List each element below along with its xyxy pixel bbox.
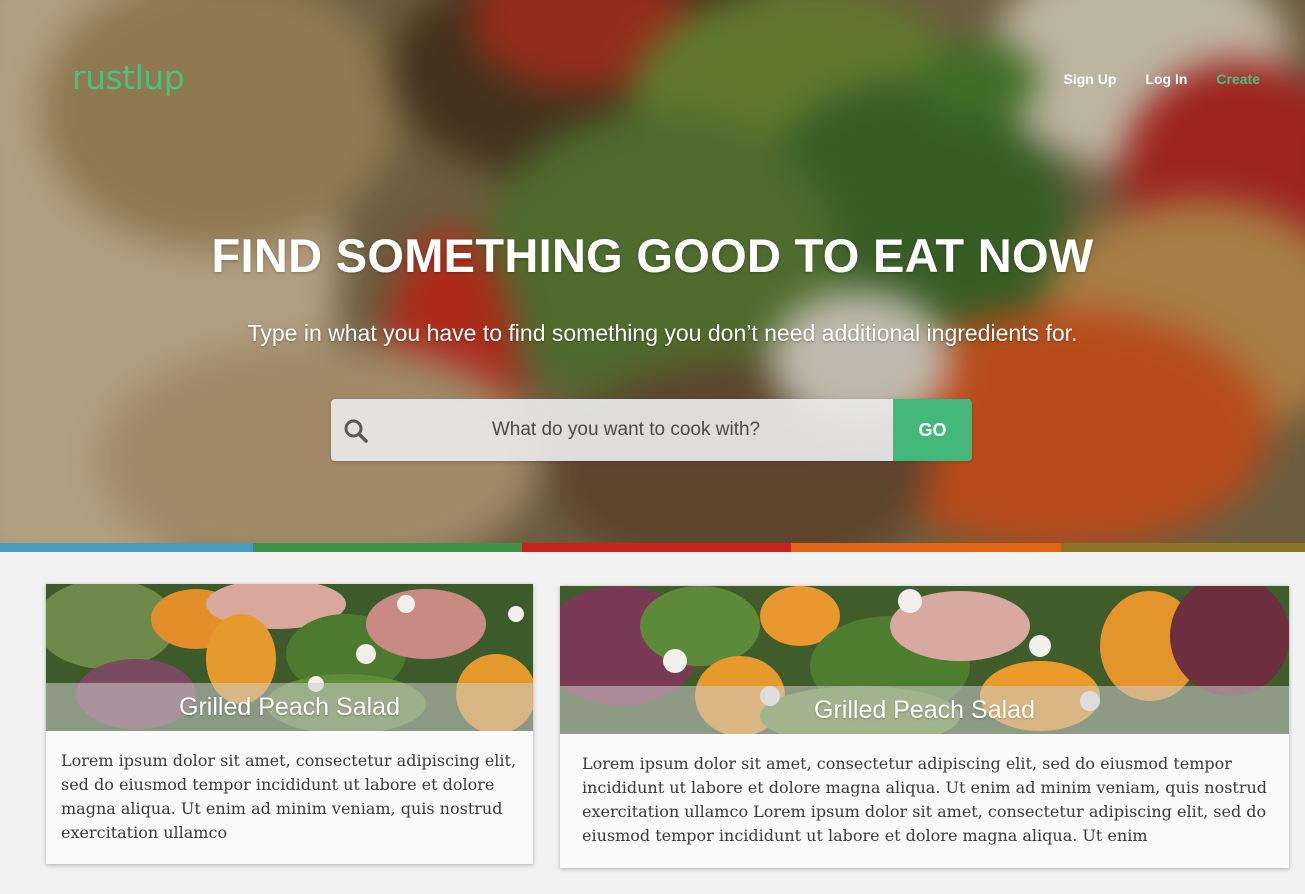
color-stripe (0, 543, 1305, 552)
search-field-container[interactable] (331, 399, 893, 461)
nav-sign-up-link[interactable]: Sign Up (1064, 71, 1117, 87)
nav-create-link[interactable]: Create (1216, 71, 1260, 87)
recipe-card[interactable]: Grilled Peach Salad Lorem ipsum dolor si… (560, 586, 1289, 868)
search-input[interactable] (371, 399, 881, 461)
ingredient-search-bar: GO (331, 399, 972, 461)
hero-subtitle: Type in what you have to find something … (247, 320, 1078, 346)
recipe-title: Grilled Peach Salad (814, 695, 1035, 724)
top-nav: Sign Up Log In Create (1064, 71, 1260, 87)
stripe-segment (1061, 543, 1305, 552)
stripe-segment (253, 543, 522, 552)
stripe-segment (522, 543, 791, 552)
hero-title: FIND SOMETHING GOOD TO EAT NOW (211, 229, 1094, 282)
recipe-card[interactable]: Grilled Peach Salad Lorem ipsum dolor si… (46, 584, 533, 864)
brand-logo[interactable]: rustlup (72, 58, 185, 97)
nav-log-in-link[interactable]: Log In (1145, 71, 1187, 87)
recipe-title: Grilled Peach Salad (179, 692, 400, 721)
recipe-description: Lorem ipsum dolor sit amet, consectetur … (582, 754, 1268, 845)
recipe-title-band: Grilled Peach Salad (46, 683, 533, 731)
stripe-segment (791, 543, 1061, 552)
search-icon (344, 419, 368, 443)
hero-banner: rustlup Sign Up Log In Create FIND SOMET… (0, 0, 1305, 544)
stripe-segment (0, 543, 253, 552)
recipe-title-band: Grilled Peach Salad (560, 686, 1289, 734)
go-button[interactable]: GO (893, 399, 972, 461)
recipe-description: Lorem ipsum dolor sit amet, consectetur … (61, 751, 517, 842)
